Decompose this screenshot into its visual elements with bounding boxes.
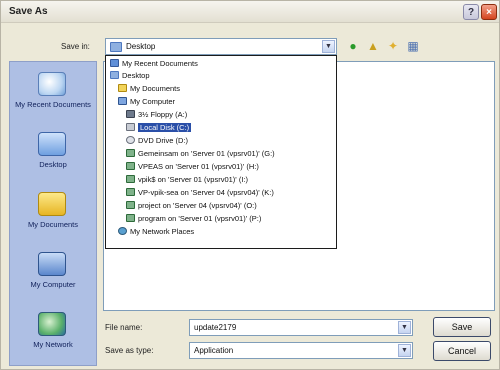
dropdown-item-label: My Recent Documents [122, 59, 198, 68]
chevron-down-icon[interactable]: ▼ [398, 321, 411, 334]
my-computer-icon [38, 252, 66, 276]
network-drive-icon [126, 214, 135, 222]
network-places-icon [118, 227, 127, 235]
window-title: Save As [9, 6, 48, 17]
network-drive-icon [126, 162, 135, 170]
close-button[interactable]: × [481, 4, 497, 20]
file-name-field[interactable]: update2179 ▼ [189, 319, 413, 336]
desktop-icon [110, 71, 119, 79]
network-drive-icon [126, 188, 135, 196]
dropdown-item[interactable]: project on 'Server 04 (vpsrv04)' (O:) [126, 200, 257, 211]
my-documents-icon [38, 192, 66, 216]
floppy-drive-icon [126, 110, 135, 118]
save-in-label: Save in: [61, 42, 90, 51]
network-places-icon [38, 312, 66, 336]
help-button[interactable]: ? [463, 4, 479, 20]
place-my-documents[interactable]: My Documents [10, 186, 96, 244]
dropdown-item[interactable]: My Network Places [118, 226, 194, 237]
file-name-label: File name: [105, 323, 143, 332]
dropdown-item[interactable]: My Documents [118, 83, 180, 94]
title-bar[interactable]: Save As ? × [1, 1, 499, 23]
place-my-network[interactable]: My Network [10, 306, 96, 364]
place-label: My Documents [27, 220, 78, 229]
save-as-type-label: Save as type: [105, 346, 154, 355]
place-label: Desktop [39, 160, 67, 169]
dropdown-item-label: Gemeinsam on 'Server 01 (vpsrv01)' (G:) [138, 149, 275, 158]
network-drive-icon [126, 149, 135, 157]
save-button[interactable]: Save [433, 317, 491, 337]
chevron-down-icon[interactable]: ▼ [398, 344, 411, 357]
save-as-dialog: Save As ? × Save in: Desktop ▼ ● ▲ ✦ ▦ M… [0, 0, 500, 370]
recent-documents-icon [38, 72, 66, 96]
save-in-dropdown-list[interactable]: My Recent Documents Desktop My Documents… [105, 55, 337, 249]
dropdown-item[interactable]: DVD Drive (D:) [126, 135, 188, 146]
place-desktop[interactable]: Desktop [10, 126, 96, 184]
dropdown-item-selected[interactable]: Local Disk (C:) [126, 122, 192, 133]
dropdown-item-label: program on 'Server 01 (vpsrv01)' (P:) [138, 214, 262, 223]
back-icon[interactable]: ● [345, 38, 361, 54]
dropdown-item[interactable]: Desktop [110, 70, 150, 81]
network-drive-icon [126, 201, 135, 209]
my-documents-icon [118, 84, 127, 92]
place-label: My Recent Documents [15, 100, 91, 109]
dropdown-item[interactable]: VPEAS on 'Server 01 (vpsrv01)' (H:) [126, 161, 259, 172]
dropdown-item-label: My Computer [130, 97, 176, 106]
dropdown-item-label: VP-vpik-sea on 'Server 04 (vpsrv04)' (K:… [138, 188, 274, 197]
views-menu-icon[interactable]: ▦ [405, 38, 421, 54]
file-name-value: update2179 [194, 323, 237, 332]
up-folder-icon[interactable]: ▲ [365, 38, 381, 54]
save-as-type-value: Application [194, 346, 234, 355]
save-in-dropdown[interactable]: Desktop ▼ [105, 38, 337, 55]
dropdown-item[interactable]: My Computer [118, 96, 175, 107]
dropdown-item-label: project on 'Server 04 (vpsrv04)' (O:) [138, 201, 257, 210]
new-folder-icon[interactable]: ✦ [385, 38, 401, 54]
place-label: My Network [33, 340, 73, 349]
local-disk-icon [126, 123, 135, 131]
cancel-button[interactable]: Cancel [433, 341, 491, 361]
dropdown-item[interactable]: vpik$ on 'Server 01 (vpsrv01)' (I:) [126, 174, 248, 185]
chevron-down-icon[interactable]: ▼ [322, 40, 335, 53]
dropdown-item-label: DVD Drive (D:) [138, 136, 188, 145]
dropdown-item-label: My Network Places [130, 227, 195, 236]
save-as-type-dropdown[interactable]: Application ▼ [189, 342, 413, 359]
dropdown-item[interactable]: VP-vpik-sea on 'Server 04 (vpsrv04)' (K:… [126, 187, 274, 198]
desktop-icon [38, 132, 66, 156]
dropdown-item[interactable]: Gemeinsam on 'Server 01 (vpsrv01)' (G:) [126, 148, 275, 159]
my-computer-icon [118, 97, 127, 105]
dropdown-item-label: Desktop [122, 71, 150, 80]
dropdown-item[interactable]: My Recent Documents [110, 58, 198, 69]
place-label: My Computer [30, 280, 76, 289]
dvd-drive-icon [126, 136, 135, 144]
places-bar: My Recent Documents Desktop My Documents… [9, 61, 97, 366]
dropdown-item-label: VPEAS on 'Server 01 (vpsrv01)' (H:) [138, 162, 259, 171]
dropdown-item[interactable]: 3½ Floppy (A:) [126, 109, 187, 120]
dropdown-item-label: 3½ Floppy (A:) [138, 110, 188, 119]
dropdown-item[interactable]: program on 'Server 01 (vpsrv01)' (P:) [126, 213, 261, 224]
save-in-value: Desktop [126, 42, 156, 51]
desktop-icon [110, 42, 122, 52]
network-drive-icon [126, 175, 135, 183]
recent-documents-icon [110, 59, 119, 67]
place-my-computer[interactable]: My Computer [10, 246, 96, 304]
dropdown-item-label: vpik$ on 'Server 01 (vpsrv01)' (I:) [138, 175, 248, 184]
dropdown-item-label: My Documents [130, 84, 181, 93]
dropdown-item-label: Local Disk (C:) [138, 123, 192, 132]
place-recent-documents[interactable]: My Recent Documents [10, 66, 96, 124]
